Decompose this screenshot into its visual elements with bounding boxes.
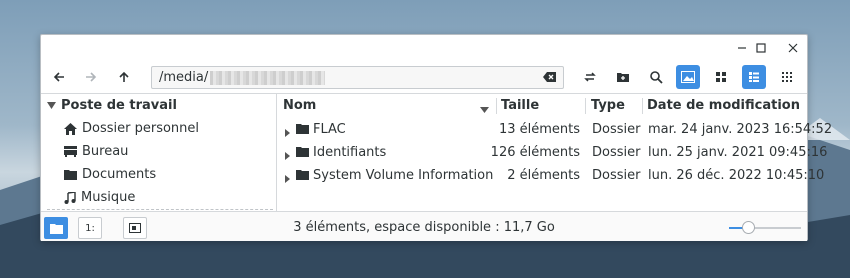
search-button[interactable] xyxy=(644,65,668,89)
sort-desc-icon xyxy=(480,102,489,117)
status-text: 3 éléments, espace disponible : 11,7 Go xyxy=(293,220,555,235)
sidebar-item-desktop[interactable]: Bureau xyxy=(64,144,128,159)
sidebar-item-music[interactable]: Musique xyxy=(64,190,135,205)
home-icon xyxy=(64,122,77,135)
sidebar-section-header[interactable]: Poste de travail xyxy=(47,98,177,113)
arrow-left-icon xyxy=(53,72,64,82)
column-header-type[interactable]: Type xyxy=(591,94,625,117)
column-header-name[interactable]: Nom xyxy=(283,94,316,117)
image-icon xyxy=(681,71,695,83)
up-button[interactable] xyxy=(112,65,136,89)
file-type: Dossier xyxy=(592,168,641,183)
sidebar-item-label: Documents xyxy=(82,167,157,182)
table-row[interactable]: System Volume Information 2 éléments Dos… xyxy=(277,164,824,187)
backspace-icon[interactable] xyxy=(543,71,557,87)
sidebar-item-label: Dossier personnel xyxy=(82,121,200,136)
reload-button[interactable] xyxy=(578,65,602,89)
file-modified: mar. 24 janv. 2023 16:54:52 xyxy=(648,122,833,137)
new-folder-button[interactable] xyxy=(611,65,635,89)
desktop-icon xyxy=(64,146,77,157)
folder-icon xyxy=(296,146,309,161)
search-icon xyxy=(650,71,663,84)
grid-view-button[interactable] xyxy=(709,65,733,89)
file-list: Nom Taille Type Date de modification FLA… xyxy=(277,93,832,211)
file-name: FLAC xyxy=(313,122,346,137)
sidebar-item-label: Musique xyxy=(81,190,136,205)
arrow-up-icon xyxy=(119,71,129,82)
grid-icon xyxy=(716,72,726,82)
expander-icon[interactable] xyxy=(285,149,290,164)
column-header-size[interactable]: Taille xyxy=(501,94,539,117)
file-name: System Volume Information xyxy=(313,168,494,183)
file-modified: lun. 26 déc. 2022 10:45:10 xyxy=(648,168,825,183)
file-type: Dossier xyxy=(592,145,641,160)
redacted-path xyxy=(210,70,326,85)
file-size: 126 éléments xyxy=(490,145,580,160)
file-name: Identifiants xyxy=(313,145,387,160)
title-bar xyxy=(41,35,807,61)
expander-icon[interactable] xyxy=(285,126,290,141)
column-divider xyxy=(642,98,643,114)
sidebar-item-documents[interactable]: Documents xyxy=(64,167,156,182)
column-header-modified[interactable]: Date de modification xyxy=(647,94,800,117)
sidebar-item-label: Bureau xyxy=(82,144,129,159)
path-text: /media/ xyxy=(159,70,209,85)
toolbar: /media/ xyxy=(41,61,807,93)
file-size: 2 éléments xyxy=(507,168,580,183)
file-type: Dossier xyxy=(592,122,641,137)
folder-icon xyxy=(64,170,77,180)
forward-button[interactable] xyxy=(79,65,103,89)
column-divider xyxy=(496,98,497,114)
folder-icon xyxy=(296,169,309,184)
close-icon[interactable] xyxy=(785,40,801,56)
table-row[interactable]: FLAC 13 éléments Dossier mar. 24 janv. 2… xyxy=(277,118,832,141)
arrow-right-icon xyxy=(86,72,97,82)
folder-icon xyxy=(296,123,309,138)
minimize-icon[interactable] xyxy=(734,40,750,56)
zoom-slider[interactable] xyxy=(729,221,801,234)
back-button[interactable] xyxy=(47,65,71,89)
zoom-handle[interactable] xyxy=(742,221,755,234)
new-folder-icon xyxy=(617,73,629,82)
list-view-button[interactable] xyxy=(742,65,766,89)
compact-view-button[interactable] xyxy=(775,65,799,89)
list-icon xyxy=(749,72,759,82)
compact-grid-icon xyxy=(782,72,792,82)
column-divider xyxy=(585,98,586,114)
path-input[interactable]: /media/ xyxy=(151,66,564,89)
caret-down-icon xyxy=(47,102,56,109)
music-icon xyxy=(64,191,76,204)
reload-icon xyxy=(584,72,596,82)
file-modified: lun. 25 janv. 2021 09:45:16 xyxy=(648,145,828,160)
expander-icon[interactable] xyxy=(285,172,290,187)
sidebar-section-label: Poste de travail xyxy=(61,98,177,113)
thumbnails-view-button[interactable] xyxy=(676,65,700,89)
file-manager-window: /media/ Poste de travail Dossier personn… xyxy=(40,34,832,241)
table-row[interactable]: Identifiants 126 éléments Dossier lun. 2… xyxy=(277,141,827,164)
file-size: 13 éléments xyxy=(498,122,580,137)
sidebar-divider xyxy=(47,209,273,210)
sidebar: Poste de travail Dossier personnel Burea… xyxy=(41,93,277,211)
sidebar-item-home[interactable]: Dossier personnel xyxy=(64,121,199,136)
maximize-icon[interactable] xyxy=(753,40,769,56)
status-bar: 1: 3 éléments, espace disponible : 11,7 … xyxy=(41,211,807,241)
